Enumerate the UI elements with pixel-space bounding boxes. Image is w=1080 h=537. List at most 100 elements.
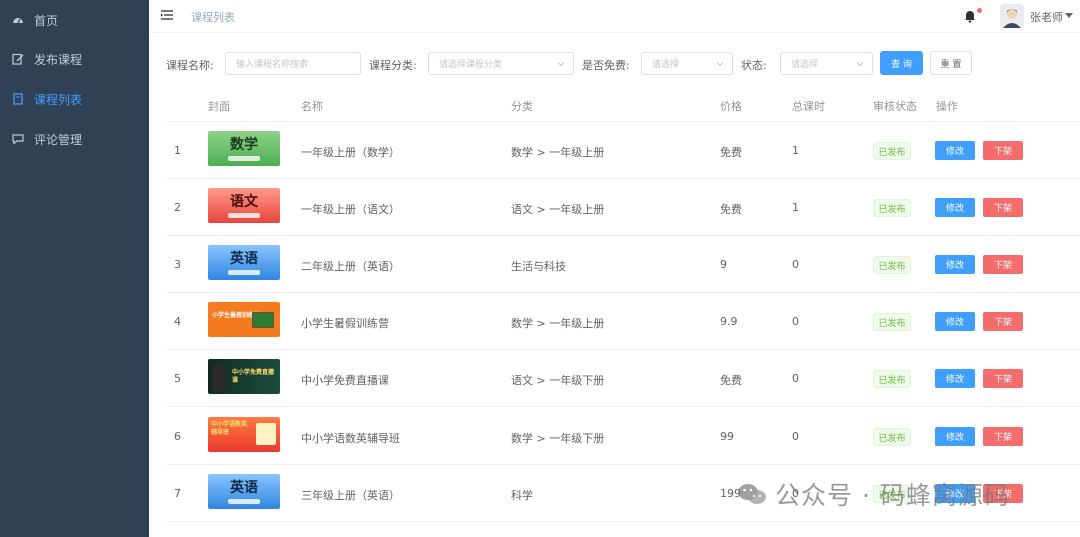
- sidebar-item-label: 首页: [34, 13, 59, 28]
- comment-icon: [12, 133, 24, 145]
- sidebar-item-home[interactable]: 首页: [0, 0, 149, 40]
- column-header-category: 分类: [511, 100, 533, 113]
- category-select[interactable]: 请选择课程分类: [428, 52, 574, 75]
- watermark-text: 公众号 · 码蜂窝源码: [775, 481, 1010, 510]
- course-name: 二年级上册（英语）: [301, 260, 400, 273]
- course-price: 免费: [720, 374, 742, 387]
- course-cover-image[interactable]: 英语: [208, 474, 280, 509]
- status-badge: 已发布: [873, 199, 911, 217]
- course-name: 中小学免费直播课: [301, 374, 389, 387]
- sidebar-item-comments[interactable]: 评论管理: [0, 119, 149, 159]
- watermark: 公众号 · 码蜂窝源码: [737, 478, 1010, 510]
- course-category: 语文 > 一年级下册: [511, 374, 605, 387]
- course-lessons: 0: [792, 315, 799, 328]
- course-cover-image[interactable]: 英语: [208, 245, 280, 280]
- course-name: 一年级上册（数学）: [301, 146, 400, 159]
- edit-button[interactable]: 修改: [935, 255, 975, 274]
- status-badge: 已发布: [873, 428, 911, 446]
- cover-title: 英语: [230, 251, 258, 267]
- sidebar-item-label: 课程列表: [34, 92, 83, 107]
- edit-button[interactable]: 修改: [935, 198, 975, 217]
- avatar[interactable]: [1000, 4, 1024, 28]
- offline-button[interactable]: 下架: [983, 312, 1023, 331]
- course-lessons: 1: [792, 144, 799, 157]
- table-row: 5 中小学免费直播课 中小学免费直播课 语文 > 一年级下册 免费 0 已发布 …: [167, 350, 1080, 407]
- free-label: 是否免费:: [582, 59, 630, 72]
- status-badge: 已发布: [873, 313, 911, 331]
- breadcrumb[interactable]: 课程列表: [191, 9, 235, 25]
- course-name-label: 课程名称:: [166, 59, 214, 72]
- caret-down-icon[interactable]: [1065, 13, 1073, 18]
- course-name-input[interactable]: 输入课程名称搜索: [225, 52, 361, 75]
- sidebar: 首页 发布课程 课程列表 评论管理: [0, 0, 149, 537]
- course-category: 生活与科技: [511, 260, 566, 273]
- chevron-down-icon: [856, 62, 864, 67]
- row-index: 2: [174, 201, 181, 214]
- status-label: 状态:: [741, 59, 767, 72]
- course-category: 数学 > 一年级上册: [511, 146, 605, 159]
- course-lessons: 0: [792, 258, 799, 271]
- bell-icon[interactable]: [963, 9, 977, 23]
- column-header-actions: 操作: [936, 100, 958, 113]
- cover-title: 语文: [230, 194, 258, 210]
- teacher-graphic: [212, 363, 226, 391]
- offline-button[interactable]: 下架: [983, 141, 1023, 160]
- offline-button[interactable]: 下架: [983, 427, 1023, 446]
- cover-subtitle-bar: [228, 156, 260, 161]
- course-cover-image[interactable]: 小学生暑假训练营: [208, 302, 280, 337]
- cover-title: 英语: [230, 480, 258, 496]
- course-cover-image[interactable]: 数学: [208, 131, 280, 166]
- course-lessons: 0: [792, 430, 799, 443]
- free-select[interactable]: 请选择: [641, 52, 733, 75]
- search-button[interactable]: 查 询: [880, 51, 923, 75]
- course-name: 一年级上册（语文）: [301, 203, 400, 216]
- offline-button[interactable]: 下架: [983, 198, 1023, 217]
- reset-button[interactable]: 重 置: [930, 51, 972, 75]
- cover-subtitle-bar: [228, 270, 260, 275]
- row-index: 4: [174, 315, 181, 328]
- dashboard-icon: [12, 14, 24, 26]
- cover-title: 中小学语数英辅导班: [211, 421, 248, 436]
- column-header-review-status: 审核状态: [873, 100, 917, 113]
- course-price: 99: [720, 430, 734, 443]
- blackboard-graphic: [252, 312, 274, 328]
- top-navbar: 课程列表 张老师: [149, 0, 1080, 33]
- row-index: 3: [174, 258, 181, 271]
- promo-card-graphic: [256, 423, 276, 445]
- chevron-down-icon: [716, 62, 724, 67]
- sidebar-item-course-list[interactable]: 课程列表: [0, 79, 149, 119]
- cover-title: 中小学免费直播课: [232, 369, 275, 384]
- notification-dot: [977, 8, 982, 13]
- course-cover-image[interactable]: 中小学免费直播课: [208, 359, 280, 394]
- column-header-lessons: 总课时: [792, 100, 825, 113]
- course-category: 数学 > 一年级下册: [511, 432, 605, 445]
- course-cover-image[interactable]: 语文: [208, 188, 280, 223]
- status-badge: 已发布: [873, 142, 911, 160]
- user-name[interactable]: 张老师: [1030, 9, 1063, 25]
- row-index: 6: [174, 430, 181, 443]
- edit-button[interactable]: 修改: [935, 369, 975, 388]
- course-name: 三年级上册（英语）: [301, 489, 400, 502]
- cover-subtitle-bar: [228, 213, 260, 218]
- edit-button[interactable]: 修改: [935, 141, 975, 160]
- course-price: 9.9: [720, 315, 738, 328]
- free-placeholder: 请选择: [652, 60, 680, 70]
- menu-toggle-icon[interactable]: [161, 9, 173, 21]
- status-select[interactable]: 请选择: [780, 52, 873, 75]
- edit-button[interactable]: 修改: [935, 427, 975, 446]
- course-category: 语文 > 一年级上册: [511, 203, 605, 216]
- offline-button[interactable]: 下架: [983, 255, 1023, 274]
- course-price: 免费: [720, 203, 742, 216]
- course-cover-image[interactable]: 中小学语数英辅导班: [208, 417, 280, 452]
- course-name: 小学生暑假训练营: [301, 317, 389, 330]
- cover-subtitle-bar: [228, 499, 260, 504]
- offline-button[interactable]: 下架: [983, 369, 1023, 388]
- sidebar-item-publish[interactable]: 发布课程: [0, 39, 149, 79]
- edit-button[interactable]: 修改: [935, 312, 975, 331]
- cover-title: 数学: [230, 137, 258, 153]
- column-header-cover: 封面: [208, 100, 230, 113]
- sidebar-item-label: 评论管理: [34, 132, 83, 147]
- course-price: 免费: [720, 146, 742, 159]
- status-placeholder: 请选择: [791, 60, 819, 70]
- table-row: 3 英语 二年级上册（英语） 生活与科技 9 0 已发布 修改 下架: [167, 236, 1080, 293]
